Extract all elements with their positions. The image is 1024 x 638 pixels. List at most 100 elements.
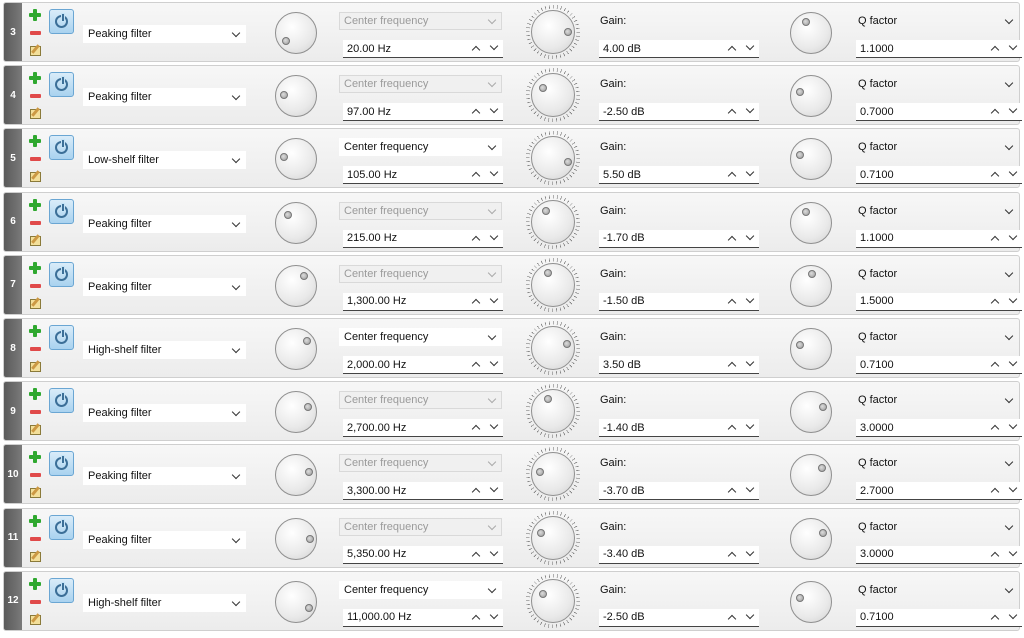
gain-spinbox[interactable]: -1.40 dB [599,419,759,438]
remove-band-minus-icon[interactable] [30,31,41,35]
frequency-knob[interactable] [275,391,317,434]
chevron-down-icon[interactable] [489,231,499,240]
q-factor-knob[interactable] [790,580,832,623]
q-factor-dropdown[interactable]: Q factor [853,581,1019,599]
band-power-toggle-button[interactable] [49,9,74,34]
gain-spinbox[interactable]: 5.50 dB [599,166,759,185]
chevron-up-icon[interactable] [990,424,1000,434]
filter-type-dropdown[interactable]: Peaking filter [83,530,246,549]
frequency-knob[interactable] [275,75,317,118]
filter-type-dropdown[interactable]: Peaking filter [83,25,246,43]
chevron-down-icon[interactable] [1008,41,1018,51]
frequency-spinbox[interactable]: 2,000.00 Hz [343,356,503,374]
chevron-up-icon[interactable] [471,172,481,181]
chevron-down-icon[interactable] [489,420,499,430]
q-factor-dropdown[interactable]: Q factor [853,138,1019,156]
chevron-down-icon[interactable] [489,484,499,493]
chevron-down-icon[interactable] [1008,168,1018,177]
gain-spinbox[interactable]: -1.50 dB [599,292,759,311]
add-band-plus-icon[interactable] [29,514,41,527]
add-band-plus-icon[interactable] [29,9,41,21]
gain-knob[interactable] [531,389,575,434]
chevron-up-icon[interactable] [727,108,737,118]
q-factor-spinbox[interactable]: 1.5000 [856,292,1022,311]
center-frequency-dropdown[interactable]: Center frequency [339,328,502,346]
q-factor-knob[interactable] [790,454,832,497]
q-factor-knob[interactable] [790,328,832,370]
q-factor-spinbox[interactable]: 1.1000 [856,40,1022,58]
q-factor-dropdown[interactable]: Q factor [853,265,1019,283]
q-factor-spinbox[interactable]: 0.7100 [856,356,1022,374]
add-band-plus-icon[interactable] [29,577,41,590]
q-factor-dropdown[interactable]: Q factor [853,518,1019,536]
chevron-down-icon[interactable] [1008,231,1018,240]
q-factor-dropdown[interactable]: Q factor [853,391,1019,409]
gain-spinbox[interactable]: 3.50 dB [599,356,759,374]
chevron-up-icon[interactable] [990,614,1000,624]
gain-knob[interactable] [531,73,575,118]
chevron-up-icon[interactable] [471,235,481,244]
q-factor-knob[interactable] [790,12,832,54]
chevron-up-icon[interactable] [471,361,481,371]
remove-band-minus-icon[interactable] [30,283,41,288]
frequency-knob[interactable] [275,580,317,623]
q-factor-dropdown[interactable]: Q factor [853,454,1019,472]
q-factor-spinbox[interactable]: 3.0000 [856,545,1022,564]
gain-knob[interactable] [531,326,575,370]
band-power-toggle-button[interactable] [49,388,74,414]
frequency-spinbox[interactable]: 11,000.00 Hz [343,608,503,627]
band-power-toggle-button[interactable] [49,577,74,603]
chevron-down-icon[interactable] [489,104,499,114]
chevron-up-icon[interactable] [990,108,1000,118]
filter-type-dropdown[interactable]: Peaking filter [83,88,246,107]
chevron-up-icon[interactable] [990,551,1000,560]
add-band-plus-icon[interactable] [29,198,41,211]
q-factor-dropdown[interactable]: Q factor [853,75,1019,93]
band-power-toggle-button[interactable] [49,261,74,287]
remove-band-minus-icon[interactable] [30,94,41,99]
filter-type-dropdown[interactable]: High-shelf filter [83,341,246,359]
gain-spinbox[interactable]: -2.50 dB [599,608,759,627]
chevron-up-icon[interactable] [727,361,737,371]
frequency-spinbox[interactable]: 3,300.00 Hz [343,482,503,501]
chevron-up-icon[interactable] [727,298,737,308]
edit-band-edit-icon[interactable] [30,614,41,625]
filter-type-dropdown[interactable]: Low-shelf filter [83,151,246,170]
q-factor-knob[interactable] [790,138,832,181]
chevron-down-icon[interactable] [745,41,755,51]
band-power-toggle-button[interactable] [49,198,74,224]
edit-band-edit-icon[interactable] [30,551,41,562]
chevron-down-icon[interactable] [745,484,755,493]
band-power-toggle-button[interactable] [49,451,74,477]
chevron-down-icon[interactable] [745,231,755,240]
band-power-toggle-button[interactable] [49,325,74,350]
q-factor-knob[interactable] [790,517,832,560]
remove-band-minus-icon[interactable] [30,220,41,225]
gain-spinbox[interactable]: -3.70 dB [599,482,759,501]
edit-band-edit-icon[interactable] [30,298,41,309]
chevron-down-icon[interactable] [489,41,499,51]
chevron-down-icon[interactable] [1008,610,1018,620]
q-factor-spinbox[interactable]: 1.1000 [856,229,1022,248]
chevron-up-icon[interactable] [727,45,737,55]
chevron-up-icon[interactable] [471,614,481,624]
chevron-up-icon[interactable] [471,45,481,55]
edit-band-edit-icon[interactable] [30,235,41,246]
band-power-toggle-button[interactable] [49,514,74,540]
chevron-up-icon[interactable] [990,361,1000,371]
gain-knob[interactable] [531,515,575,560]
chevron-down-icon[interactable] [745,168,755,177]
q-factor-knob[interactable] [790,264,832,307]
chevron-down-icon[interactable] [489,610,499,620]
center-frequency-dropdown[interactable]: Center frequency [339,580,502,599]
frequency-spinbox[interactable]: 97.00 Hz [343,103,503,122]
frequency-knob[interactable] [275,454,317,497]
chevron-down-icon[interactable] [1008,294,1018,304]
add-band-plus-icon[interactable] [29,451,41,464]
add-band-plus-icon[interactable] [29,72,41,85]
frequency-spinbox[interactable]: 215.00 Hz [343,229,503,248]
add-band-plus-icon[interactable] [29,261,41,274]
chevron-down-icon[interactable] [745,610,755,620]
chevron-up-icon[interactable] [990,45,1000,55]
q-factor-spinbox[interactable]: 0.7100 [856,608,1022,627]
